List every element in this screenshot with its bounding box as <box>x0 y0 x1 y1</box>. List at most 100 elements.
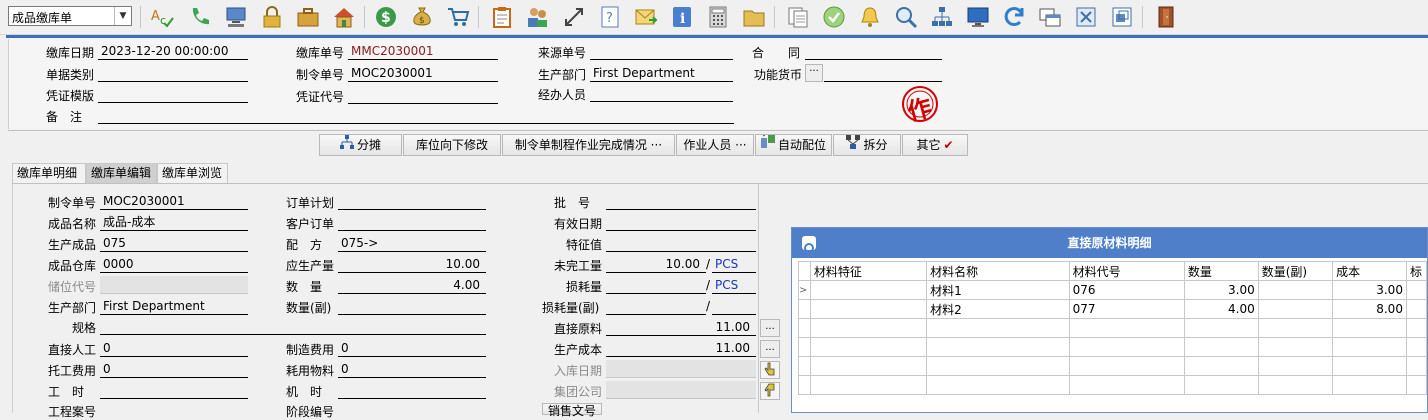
users-icon[interactable] <box>526 5 550 29</box>
contract-field[interactable] <box>805 42 942 60</box>
warehouse-field[interactable]: 0000 <box>100 255 248 273</box>
magnifier-icon[interactable] <box>894 5 918 29</box>
empty-cell[interactable] <box>1068 356 1185 376</box>
category-field[interactable] <box>98 64 248 82</box>
cart-icon[interactable] <box>446 5 470 29</box>
process-done-button[interactable]: 制令单制程作业完成情况 ··· <box>502 134 675 156</box>
tab-edit[interactable]: 缴库单编辑 <box>86 163 157 183</box>
direct-labor-field[interactable]: 0 <box>100 339 248 357</box>
source-no-field[interactable] <box>590 42 733 60</box>
chevron-down-icon[interactable]: ▼ <box>114 7 131 25</box>
empty-cell[interactable] <box>1405 318 1428 338</box>
qty-field[interactable]: 4.00 <box>338 276 486 294</box>
empty-cell[interactable] <box>1405 337 1428 357</box>
cell-name[interactable]: 材料1 <box>926 280 1070 300</box>
empty-cell[interactable] <box>1332 318 1407 338</box>
direct-material-field[interactable]: 11.00 <box>606 318 756 336</box>
cell-name[interactable]: 材料2 <box>926 299 1070 319</box>
form-mo-no-field[interactable]: MOC2030001 <box>100 192 248 210</box>
customer-order-field[interactable] <box>338 213 486 231</box>
currency-field[interactable] <box>824 64 942 82</box>
auto-match-button[interactable]: 自动配位 <box>755 134 832 156</box>
col-code[interactable]: 材料代号 <box>1068 261 1185 281</box>
empty-cell[interactable] <box>1183 337 1259 357</box>
col-name[interactable]: 材料名称 <box>926 261 1070 281</box>
empty-cell[interactable] <box>1183 318 1259 338</box>
home-icon[interactable] <box>332 5 356 29</box>
table-row[interactable]: > 材料1 076 3.00 3.00 <box>798 280 1428 300</box>
doc-no-field[interactable]: MMC2030001 <box>348 42 498 60</box>
cell-cost[interactable]: 3.00 <box>1332 280 1407 300</box>
empty-cell[interactable] <box>1068 318 1185 338</box>
cell-code[interactable]: 076 <box>1068 280 1185 300</box>
empty-cell[interactable] <box>926 318 1070 338</box>
unfinished-unit-field[interactable]: PCS <box>712 255 756 273</box>
cell-qty[interactable]: 3.00 <box>1183 280 1259 300</box>
monitor-icon[interactable] <box>966 5 990 29</box>
empty-cell[interactable] <box>809 337 928 357</box>
loss2-unit-field[interactable] <box>712 297 756 315</box>
unfinished-field[interactable]: 10.00 <box>606 255 706 273</box>
money-bag-icon[interactable]: $ <box>410 5 434 29</box>
empty-cell[interactable] <box>1405 356 1428 376</box>
cell-qty2[interactable] <box>1257 280 1334 300</box>
split-button[interactable]: 拆分 <box>833 134 901 156</box>
calculator-icon[interactable] <box>706 5 730 29</box>
operator-button[interactable]: 作业人员 ··· <box>676 134 754 156</box>
clipboard-icon[interactable] <box>490 5 514 29</box>
doc-type-select[interactable]: 成品缴库单 ▼ <box>8 6 132 26</box>
empty-cell[interactable] <box>926 375 1070 395</box>
handler-field[interactable] <box>590 84 733 102</box>
col-qty2[interactable]: 数量(副) <box>1257 261 1334 281</box>
computer-icon[interactable] <box>224 5 248 29</box>
dollar-coin-icon[interactable]: $ <box>374 5 398 29</box>
col-cost[interactable]: 成本 <box>1332 261 1407 281</box>
empty-cell[interactable] <box>809 375 928 395</box>
empty-cell[interactable] <box>1332 337 1407 357</box>
empty-cell[interactable] <box>1332 356 1407 376</box>
info-icon[interactable]: i <box>670 5 694 29</box>
mo-no-field[interactable]: MOC2030001 <box>348 64 498 82</box>
refresh-icon[interactable] <box>1002 5 1026 29</box>
empty-cell[interactable] <box>1332 375 1407 395</box>
mail-icon[interactable] <box>634 5 658 29</box>
loss2-field[interactable] <box>606 297 706 315</box>
voucher-code-field[interactable] <box>348 86 498 104</box>
production-cost-field[interactable]: 11.00 <box>606 339 756 357</box>
batch-field[interactable] <box>606 192 756 210</box>
empty-cell[interactable] <box>1257 337 1334 357</box>
order-plan-field[interactable] <box>338 192 486 210</box>
product-name-field[interactable]: 成品-成本 <box>100 213 248 231</box>
empty-cell[interactable] <box>1257 318 1334 338</box>
empty-cell[interactable] <box>1405 375 1428 395</box>
table-row-empty[interactable] <box>798 356 1428 376</box>
hand-pointer-icon[interactable] <box>760 361 780 379</box>
table-row-empty[interactable] <box>798 375 1428 395</box>
exit-door-icon[interactable] <box>1154 5 1178 29</box>
loss-unit-field[interactable]: PCS <box>712 276 756 294</box>
mfg-cost-field[interactable]: 0 <box>338 339 486 357</box>
direct-material-ellipsis-button[interactable]: ... <box>760 319 780 337</box>
col-qty[interactable]: 数量 <box>1183 261 1259 281</box>
folder-icon[interactable] <box>742 5 766 29</box>
currency-lookup-button[interactable]: ··· <box>805 64 823 82</box>
empty-cell[interactable] <box>926 337 1070 357</box>
hand-pointer-down-icon[interactable] <box>760 382 780 400</box>
cell-cost[interactable]: 8.00 <box>1332 299 1407 319</box>
tab-browse[interactable]: 缴库单浏览 <box>157 163 228 183</box>
sales-doc-button[interactable]: 销售文号 <box>542 403 602 418</box>
windows-icon[interactable] <box>1038 5 1062 29</box>
copy-doc-icon[interactable] <box>786 5 810 29</box>
empty-cell[interactable] <box>809 318 928 338</box>
restore-icon[interactable] <box>1110 5 1134 29</box>
empty-cell[interactable] <box>1257 356 1334 376</box>
date-field[interactable]: 2023-12-20 00:00:00 <box>98 42 248 60</box>
feature-field[interactable] <box>606 234 756 252</box>
production-cost-ellipsis-button[interactable]: ... <box>760 340 780 358</box>
lock-icon[interactable] <box>260 5 284 29</box>
empty-cell[interactable] <box>1068 337 1185 357</box>
form-dept-field[interactable]: First Department <box>100 297 248 315</box>
consumables-field[interactable]: 0 <box>338 360 486 378</box>
phone-icon[interactable] <box>188 5 212 29</box>
tab-detail[interactable]: 缴库单明细 <box>12 163 86 183</box>
